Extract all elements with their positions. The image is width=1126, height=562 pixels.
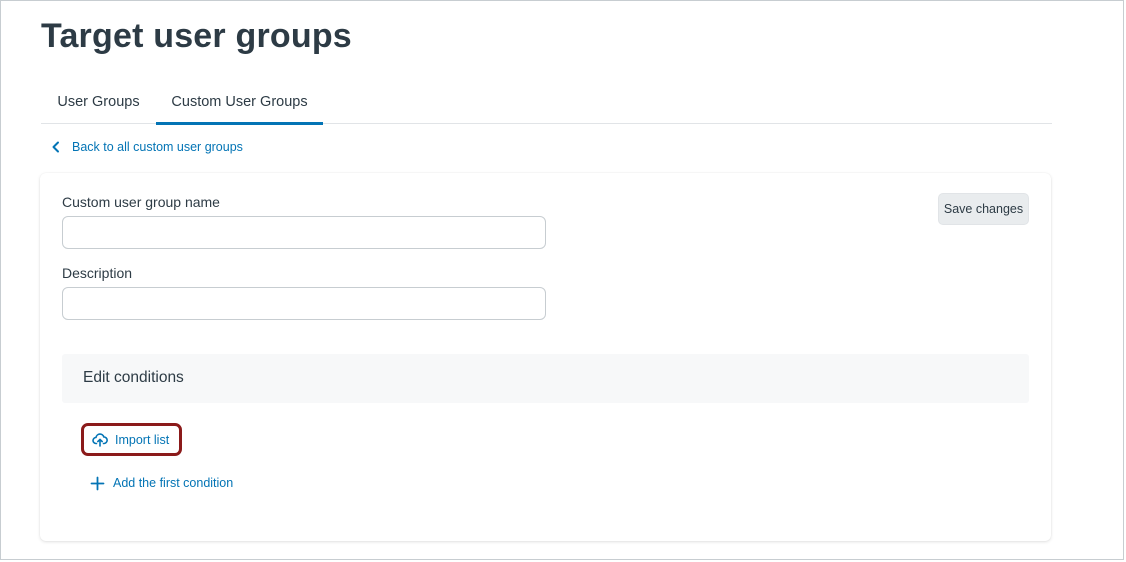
save-changes-button[interactable]: Save changes <box>938 193 1029 225</box>
add-first-condition-button[interactable]: Add the first condition <box>90 473 233 493</box>
edit-conditions-header: Edit conditions <box>62 354 1029 403</box>
edit-conditions-title: Edit conditions <box>83 369 184 386</box>
tab-user-groups[interactable]: User Groups <box>41 85 156 122</box>
custom-group-editor-card: Custom user group name Description Save … <box>40 173 1051 541</box>
import-list-button[interactable]: Import list <box>81 423 182 456</box>
plus-icon <box>90 476 105 491</box>
group-name-input[interactable] <box>62 216 546 249</box>
chevron-left-icon <box>49 140 63 154</box>
group-name-label: Custom user group name <box>62 194 220 210</box>
import-list-label: Import list <box>115 432 170 447</box>
description-input[interactable] <box>62 287 546 320</box>
tab-bar: User Groups Custom User Groups <box>41 85 1052 125</box>
description-label: Description <box>62 265 133 281</box>
tab-custom-user-groups[interactable]: Custom User Groups <box>156 85 323 125</box>
back-to-custom-user-groups-link[interactable]: Back to all custom user groups <box>49 138 243 156</box>
add-first-condition-label: Add the first condition <box>113 476 234 490</box>
page-title: Target user groups <box>41 17 352 55</box>
cloud-upload-icon <box>92 432 108 448</box>
back-link-label: Back to all custom user groups <box>72 140 243 154</box>
app-window: Target user groups User Groups Custom Us… <box>0 0 1124 560</box>
